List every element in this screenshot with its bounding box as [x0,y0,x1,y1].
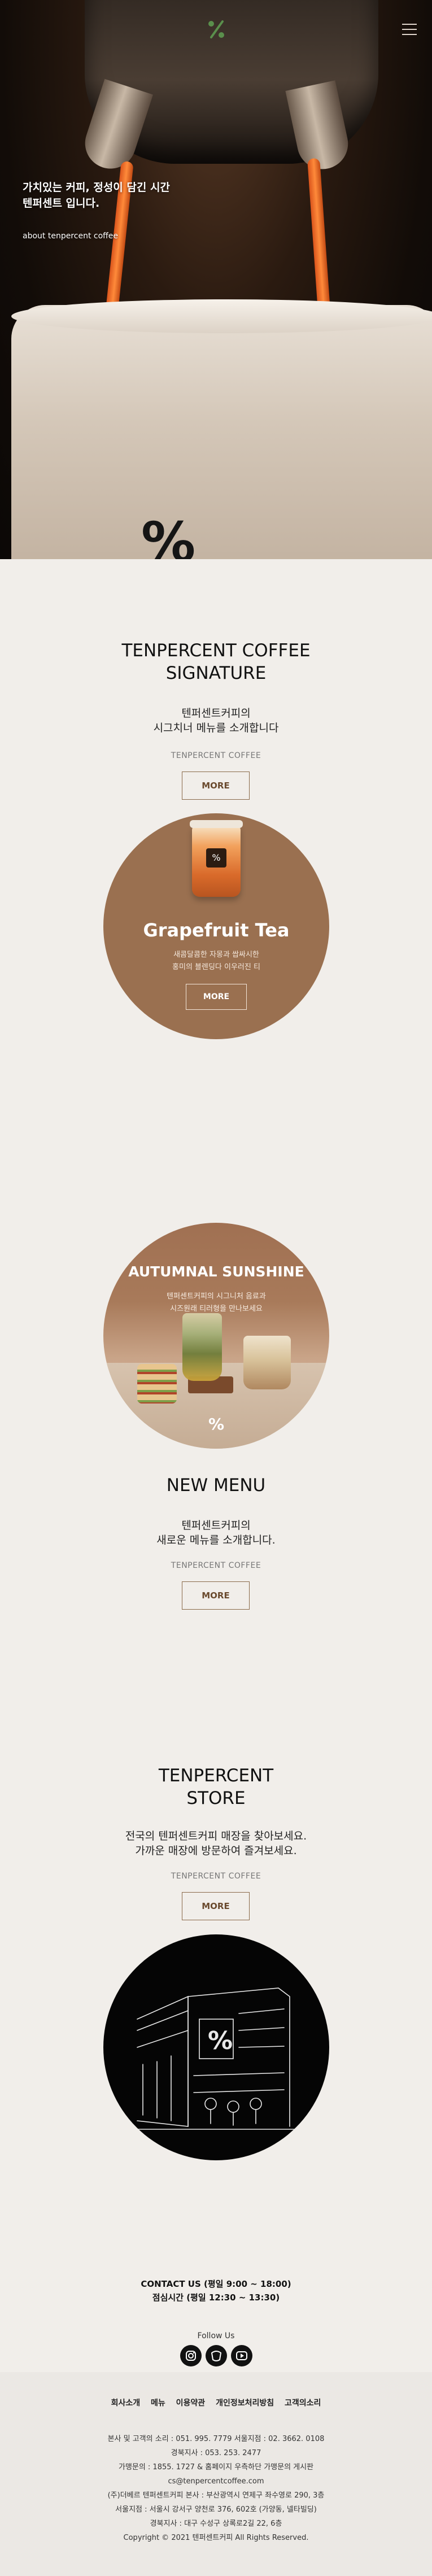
contact-line2: 점심시간 (평일 12:30 ~ 13:30) [152,2292,280,2303]
signature-brand: TENPERCENT COFFEE [171,751,261,760]
footer-links: 회사소개 메뉴 이용약관 개인정보처리방침 고객의소리 [0,2397,432,2408]
signature-card[interactable]: % Grapefruit Tea 새콤달콤한 자몽과 쌉싸시한 홍미의 블렌딩다… [103,813,329,1039]
signature-title-line1: TENPERCENT COFFEE [121,640,311,661]
coffee-cup-rim [11,299,432,333]
store-title: TENPERCENT STORE [0,1764,432,1810]
signature-description: 텐퍼센트커피의 시그치너 메뉴를 소개합니다 [0,706,432,735]
page: % 가치있는 커피, 정성이 담긴 시간 텐퍼센트 입니다. about ten… [0,0,432,2576]
new-menu-card-desc-line1: 텐퍼센트커피의 시그니처 음료과 [167,1292,266,1301]
footer-info-line: 경북지사 : 053. 253. 2477 [171,2449,261,2457]
signature-card-desc-line1: 새콤달콤한 자몽과 쌉싸시한 [173,951,259,959]
store-description: 전국의 텐퍼센트커피 매장을 찾아보세요. 가까운 매장에 방문하여 즐겨보세요… [0,1829,432,1858]
new-menu-desc-line2: 새로운 메뉴를 소개합니다. [156,1534,276,1546]
brand-logo-icon[interactable] [204,17,229,42]
new-menu-card-description: 텐퍼센트커피의 시그니처 음료과 시즈원래 티러형을 만나보세요 [143,1291,290,1315]
footer-link-terms[interactable]: 이용약관 [176,2399,206,2408]
instagram-icon[interactable] [180,2345,202,2366]
footer-link-voice[interactable]: 고객의소리 [285,2399,321,2408]
percent-logo-icon: % [208,1415,225,1433]
signature-title: TENPERCENT COFFEE SIGNATURE [0,639,432,685]
footer-info-line: 가맹문의 : 1855. 1727 & 홈페이지 우측하단 가맹문의 게시판 [118,2463,314,2472]
new-menu-title: NEW MENU [166,1475,266,1496]
new-menu-card-title: AUTUMNAL SUNSHINE [128,1263,304,1280]
new-menu-description: 텐퍼센트커피의 새로운 메뉴를 소개합니다. [0,1518,432,1548]
signature-title-line2: SIGNATURE [165,663,267,683]
hamburger-icon[interactable] [402,24,417,35]
hero-subtitle-link[interactable]: about tenpercent coffee [23,232,118,241]
footer-contact: CONTACT US (평일 9:00 ~ 18:00) 점심시간 (평일 12… [0,2277,432,2304]
contact-line1: CONTACT US (평일 9:00 ~ 18:00) [141,2279,291,2289]
hero-title-line2: 텐퍼센트 입니다. [23,197,100,210]
store-title-line2: STORE [186,1788,246,1808]
new-menu-card-desc-line2: 시즈원래 티러형을 만나보세요 [170,1305,263,1313]
latte-drink-image [243,1336,291,1389]
store-illustration[interactable]: % [103,1934,329,2160]
signature-more-button[interactable]: MORE [182,772,250,800]
store-title-line1: TENPERCENT [158,1766,274,1786]
new-menu-more-button[interactable]: MORE [182,1581,250,1610]
signature-card-more-button[interactable]: MORE [186,984,247,1010]
youtube-icon[interactable] [231,2345,252,2366]
footer-link-menu[interactable]: 메뉴 [151,2399,165,2408]
footer-link-privacy[interactable]: 개인정보처리방침 [216,2399,274,2408]
signature-card-name: Grapefruit Tea [143,919,290,941]
footer-info-line: (주)더베르 텐퍼센트커피 본사 : 부산광역시 연제구 좌수영로 290, 3… [107,2491,325,2500]
hero-title: 가치있는 커피, 정성이 담긴 시간 텐퍼센트 입니다. [23,180,260,211]
kakao-icon[interactable] [206,2345,227,2366]
store-more-button[interactable]: MORE [182,1892,250,1920]
signature-card-desc-line2: 홍미의 블렌딩다 이우러진 티 [172,963,260,971]
sandwich-image [137,1364,177,1403]
green-drink-image [182,1313,222,1381]
new-menu-card[interactable]: AUTUMNAL SUNSHINE 텐퍼센트커피의 시그니처 음료과 시즈원래 … [103,1223,329,1449]
cup-logo-icon: % [141,511,195,559]
store-brand: TENPERCENT COFFEE [171,1872,261,1881]
cup-lid [190,820,243,828]
footer-link-company[interactable]: 회사소개 [111,2399,141,2408]
footer-info-line: 서울지점 : 서울시 강서구 양천로 376, 602호 (가양동, 넬타빌딩) [115,2505,317,2514]
new-menu-desc-line1: 텐퍼센트커피의 [181,1519,251,1532]
store-desc-line2: 가까운 매장에 방문하여 즐겨보세요. [135,1845,297,1857]
grapefruit-tea-image: % [190,820,243,897]
footer-email[interactable]: cs@tenpercentcoffee.com [0,2474,432,2488]
svg-text:%: % [208,2026,233,2055]
signature-card-description: 새콤달콤한 자몽과 쌉싸시한 홍미의 블렌딩다 이우러진 티 [137,949,295,974]
hero-title-line1: 가치있는 커피, 정성이 담긴 시간 [23,181,170,194]
hamburger-line [402,34,417,35]
new-menu-brand: TENPERCENT COFFEE [171,1561,261,1570]
hamburger-line [402,29,417,30]
cup-label-icon: % [206,848,226,868]
footer-info-line: 본사 및 고객의 소리 : 051. 995. 7779 서울지점 : 02. … [107,2435,325,2443]
store-desc-line1: 전국의 텐퍼센트커피 매장을 찾아보세요. [125,1830,307,1842]
footer-info-line: 경북지사 : 대구 수성구 상록로2길 22, 6층 [150,2520,282,2528]
hero-section: % 가치있는 커피, 정성이 담긴 시간 텐퍼센트 입니다. about ten… [0,0,432,559]
follow-us-label: Follow Us [197,2331,235,2340]
signature-desc-line1: 텐퍼센트커피의 [181,707,251,720]
footer-info: 본사 및 고객의 소리 : 051. 995. 7779 서울지점 : 02. … [0,2432,432,2545]
hamburger-line [402,24,417,25]
store-sketch-icon: % [128,1987,304,2130]
footer-copyright: Copyright © 2021 텐퍼센트커피 All Rights Reser… [123,2534,309,2542]
signature-desc-line2: 시그치너 메뉴를 소개합니다 [153,722,279,734]
